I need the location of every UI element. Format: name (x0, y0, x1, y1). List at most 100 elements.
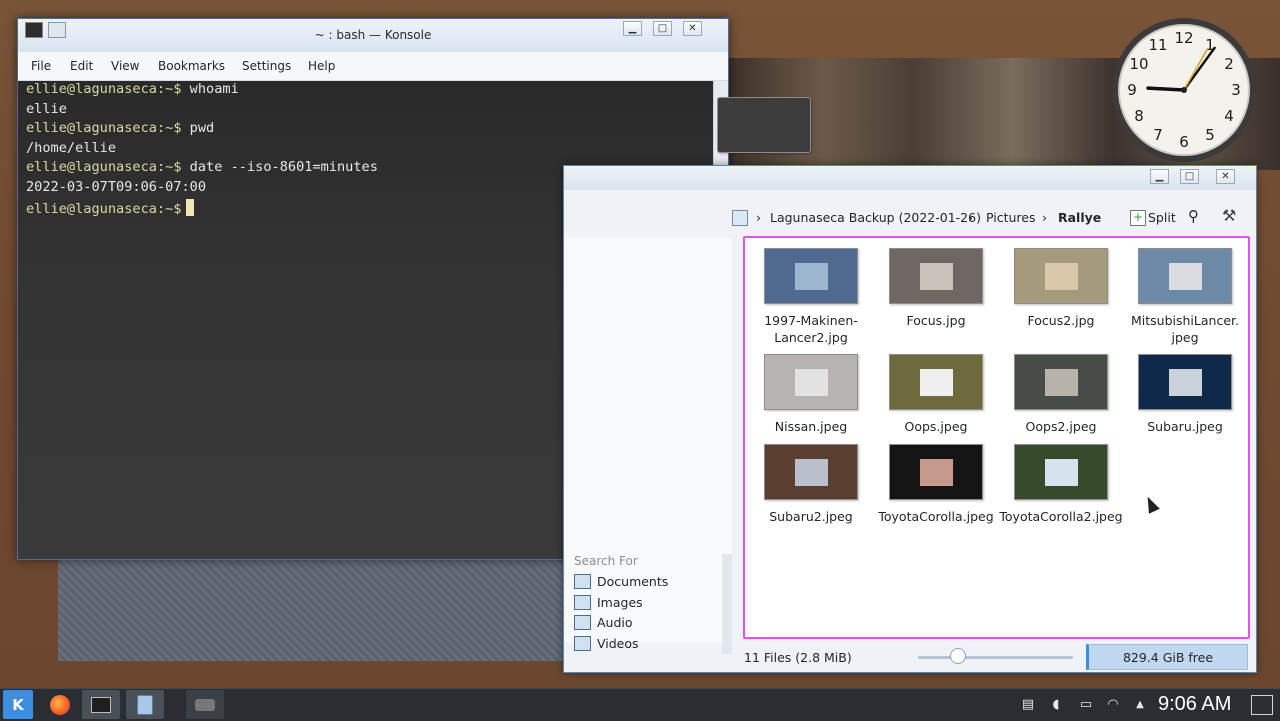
places-item-images[interactable]: Images (574, 595, 643, 610)
file-item[interactable]: Oops.jpeg (874, 354, 998, 435)
menu-bookmarks[interactable]: Bookmarks (158, 59, 225, 73)
breadcrumb-item[interactable]: Pictures (986, 210, 1036, 225)
taskbar-clock[interactable]: 9:06 AM (1158, 693, 1231, 716)
konsole-titlebar[interactable]: ~ : bash — Konsole ▁ □ ✕ (18, 19, 728, 52)
menu-help[interactable]: Help (308, 59, 335, 73)
terminal-line: ellie@lagunaseca:~$ pwd (26, 120, 214, 136)
breadcrumb-separator: › (1042, 210, 1047, 225)
file-thumbnail (764, 444, 858, 500)
zoom-slider[interactable] (918, 656, 1073, 659)
file-name: MitsubishiLancer. jpeg (1123, 312, 1247, 346)
file-manager-window[interactable]: ▁ □ ✕ Search For Documents Images Audio … (563, 165, 1257, 673)
breadcrumb-separator: › (756, 210, 761, 225)
clock-numeral: 7 (1153, 126, 1163, 144)
shell-prompt: ellie@lagunaseca:~$ (26, 81, 182, 97)
maximize-button[interactable]: □ (1180, 169, 1199, 184)
tray-expand-icon[interactable]: ▲ (1132, 697, 1148, 713)
minimize-button[interactable]: ▁ (623, 21, 642, 36)
split-icon[interactable]: + (1130, 210, 1146, 226)
terminal-line: ellie@lagunaseca:~$ date --iso-8601=minu… (26, 159, 378, 175)
file-thumbnail (889, 248, 983, 304)
places-item-audio[interactable]: Audio (574, 615, 633, 630)
konsole-task[interactable] (82, 690, 120, 719)
volume-icon[interactable]: ◖ (1048, 697, 1064, 713)
file-thumbnail (1138, 248, 1232, 304)
file-item[interactable]: 1997-Makinen- Lancer2.jpg (749, 248, 873, 346)
places-panel: Search For Documents Images Audio Videos (564, 238, 732, 651)
free-space-indicator[interactable]: 829.4 GiB free (1086, 644, 1248, 670)
thumbnail-image (920, 368, 954, 396)
places-scrollbar[interactable] (722, 554, 732, 654)
file-item[interactable]: ToyotaCorolla.jpeg (874, 444, 998, 525)
audio-icon (574, 615, 591, 630)
file-name-line: Subaru2.jpeg (769, 509, 853, 524)
places-item-documents[interactable]: Documents (574, 574, 668, 589)
file-item[interactable]: Nissan.jpeg (749, 354, 873, 435)
terminal-icon (91, 696, 111, 713)
menu-wrench-icon[interactable]: ⚒ (1222, 206, 1236, 225)
documents-icon (574, 574, 591, 589)
scrollbar-thumb[interactable] (717, 97, 811, 153)
file-view[interactable]: 1997-Makinen- Lancer2.jpg Focus.jpg Focus2.… (743, 236, 1250, 639)
file-name: Subaru.jpeg (1123, 418, 1247, 435)
menu-file[interactable]: File (31, 59, 51, 73)
clipboard-icon[interactable]: ▤ (1020, 697, 1036, 713)
menu-settings[interactable]: Settings (242, 59, 291, 73)
clock-numeral: 2 (1224, 55, 1234, 73)
zoom-slider-handle[interactable] (950, 648, 966, 664)
minimize-button[interactable]: ▁ (1150, 169, 1169, 184)
file-item[interactable]: Subaru.jpeg (1123, 354, 1247, 435)
search-icon[interactable]: ⚲ (1188, 207, 1199, 225)
thumbnail-image (920, 262, 954, 290)
file-item[interactable]: Focus.jpg (874, 248, 998, 329)
breadcrumb-current[interactable]: Rallye (1058, 210, 1101, 225)
file-name: ToyotaCorolla.jpeg (874, 508, 998, 525)
terminal-text: pwd (181, 120, 215, 136)
file-name: Focus.jpg (874, 312, 998, 329)
terminal-line: ellie (26, 101, 67, 117)
file-item[interactable]: Focus2.jpg (999, 248, 1123, 329)
shell-prompt: ellie@lagunaseca:~$ (26, 159, 182, 175)
breadcrumb-item[interactable]: Lagunaseca Backup (2022-01-26) (770, 210, 981, 225)
thumbnail-image (1045, 262, 1079, 290)
file-thumbnail (1014, 444, 1108, 500)
other-task[interactable] (186, 690, 224, 719)
file-item[interactable]: Oops2.jpeg (999, 354, 1123, 435)
firefox-task[interactable] (41, 690, 79, 719)
split-button[interactable]: Split (1148, 210, 1176, 225)
file-item[interactable]: Subaru2.jpeg (749, 444, 873, 525)
menu-view[interactable]: View (111, 59, 139, 73)
thumbnail-image (1169, 368, 1203, 396)
dolphin-task[interactable] (126, 690, 164, 719)
battery-icon[interactable]: ▭ (1076, 697, 1096, 713)
places-item-videos[interactable]: Videos (574, 636, 639, 651)
terminal-line: 2022-03-07T09:06-07:00 (26, 179, 206, 195)
file-count-status: 11 Files (2.8 MiB) (744, 650, 852, 665)
close-button[interactable]: ✕ (1216, 169, 1235, 184)
thumbnail-image (795, 368, 829, 396)
close-button[interactable]: ✕ (683, 21, 702, 36)
shell-prompt: ellie@lagunaseca:~$ (26, 201, 182, 217)
maximize-button[interactable]: □ (653, 21, 672, 36)
file-item[interactable]: ToyotaCorolla2.jpeg (999, 444, 1123, 525)
clock-numeral: 4 (1224, 107, 1234, 125)
network-wifi-icon[interactable]: ◠ (1105, 697, 1121, 713)
places-item-label: Videos (597, 636, 639, 651)
menu-edit[interactable]: Edit (70, 59, 93, 73)
breadcrumb: › Lagunaseca Backup (2022-01-26) › Pictu… (732, 198, 1256, 238)
file-manager-titlebar[interactable]: ▁ □ ✕ (564, 166, 1256, 190)
images-icon (574, 595, 591, 610)
terminal-line: /home/ellie (26, 140, 116, 156)
show-desktop-icon[interactable] (1251, 695, 1273, 715)
file-name: Focus2.jpg (999, 312, 1123, 329)
file-name-line: ToyotaCorolla.jpeg (878, 509, 994, 524)
folder-icon[interactable] (732, 210, 748, 226)
videos-icon (574, 636, 591, 651)
file-name-line: 1997-Makinen- (764, 313, 858, 328)
file-name-line: MitsubishiLancer. (1131, 313, 1239, 328)
file-item[interactable]: MitsubishiLancer. jpeg (1123, 248, 1247, 346)
file-name: 1997-Makinen- Lancer2.jpg (749, 312, 873, 346)
file-name-line: Lancer2.jpg (774, 330, 848, 345)
application-launcher-icon[interactable]: K (3, 690, 33, 719)
file-thumbnail (889, 444, 983, 500)
